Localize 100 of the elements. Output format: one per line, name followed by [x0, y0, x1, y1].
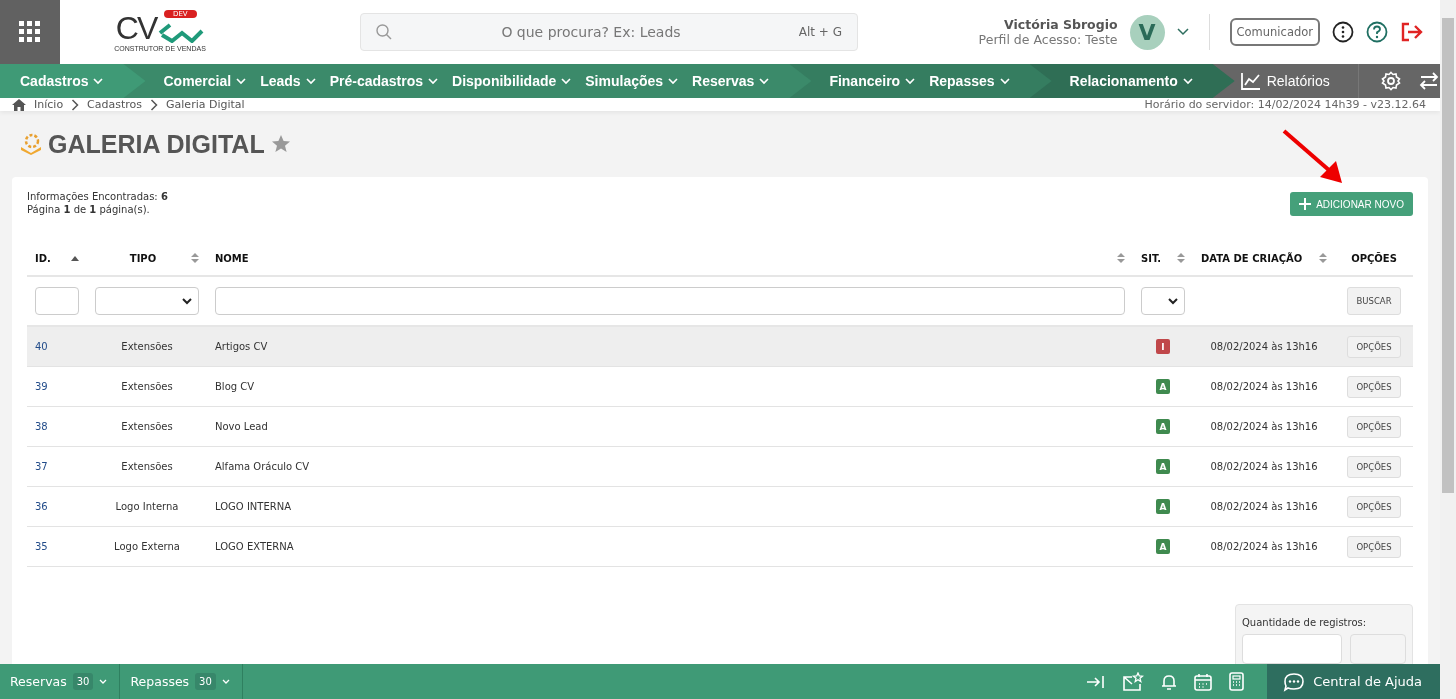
- collapse-icon[interactable]: [1087, 674, 1106, 689]
- favorite-star-icon[interactable]: [270, 134, 291, 154]
- more-options-icon[interactable]: [1332, 21, 1354, 43]
- page-title: GALERIA DIGITAL: [48, 129, 265, 159]
- id-cell-text: 35: [34, 541, 49, 552]
- calculator-icon[interactable]: [1229, 672, 1245, 691]
- options-button[interactable]: OPÇÕES: [1347, 455, 1401, 478]
- options-button[interactable]: OPÇÕES: [1347, 495, 1401, 518]
- nav-menu-item[interactable]: Reservas: [692, 73, 770, 89]
- date-cell-text: 08/02/2024 às 13h16: [1209, 461, 1319, 472]
- sort-icon[interactable]: [1117, 253, 1125, 263]
- chat-bubble-icon[interactable]: [1283, 671, 1306, 692]
- nav-menu-item[interactable]: Pré-cadastros: [329, 73, 439, 89]
- name-cell-text: Novo Lead: [214, 421, 269, 432]
- status-badge: A: [1156, 539, 1170, 554]
- date-cell-text: 08/02/2024 às 13h16: [1209, 541, 1319, 552]
- column-header[interactable]: ID.: [35, 252, 51, 264]
- chevron-right-icon: [71, 98, 80, 111]
- swap-arrows-icon[interactable]: [1418, 72, 1439, 90]
- column-header[interactable]: TIPO: [129, 252, 157, 264]
- id-cell-text: 38: [34, 421, 49, 432]
- nav-menu-item[interactable]: Leads: [260, 73, 316, 89]
- settings-icon[interactable]: [1380, 71, 1401, 91]
- name-cell-text: Alfama Oráculo CV: [214, 461, 311, 472]
- chevron-right-icon: [150, 98, 159, 111]
- type-cell-text: Logo Interna: [114, 501, 180, 512]
- column-header[interactable]: OPÇÕES: [1351, 252, 1397, 264]
- user-name: Victória Sbrogio: [1004, 17, 1118, 32]
- status-badge: A: [1156, 419, 1170, 434]
- status-badge: A: [1156, 499, 1170, 514]
- filter-field[interactable]: [215, 287, 1125, 315]
- status-badge: A: [1156, 459, 1170, 474]
- mail-star-icon[interactable]: [1122, 671, 1145, 692]
- line-chart-icon[interactable]: [1240, 72, 1261, 90]
- id-cell-text: 39: [34, 381, 49, 392]
- id-cell-text: 36: [34, 501, 49, 512]
- logout-icon[interactable]: [1400, 22, 1424, 42]
- nav-menu-item[interactable]: Simulações: [585, 73, 679, 89]
- help-center-button[interactable]: Central de Ajuda: [1267, 664, 1440, 699]
- results-count: Informações Encontradas: 6: [27, 191, 168, 202]
- user-avatar[interactable]: V: [1129, 14, 1165, 50]
- status-badge: I: [1156, 339, 1170, 354]
- name-cell-text: Artigos CV: [214, 341, 269, 352]
- id-cell-text: 37: [34, 461, 49, 472]
- chevron-down-icon[interactable]: [182, 297, 192, 305]
- nav-menu-item[interactable]: Comercial: [163, 73, 247, 89]
- date-cell-text: 08/02/2024 às 13h16: [1209, 341, 1319, 352]
- shortcut-hint: Alt + G: [798, 25, 842, 39]
- date-cell-text: 08/02/2024 às 13h16: [1209, 501, 1319, 512]
- gallery-gear-icon: [20, 133, 42, 155]
- grid-icon: [19, 21, 41, 43]
- calendar-icon[interactable]: [1194, 672, 1213, 691]
- server-time: Horário do servidor: 14/02/2024 14h39 - v23.12.64: [1144, 98, 1426, 111]
- id-cell-text: 40: [34, 341, 49, 352]
- date-cell-text: 08/02/2024 às 13h16: [1209, 381, 1319, 392]
- nav-menu-item[interactable]: Relacionamento: [1069, 73, 1193, 89]
- reports-link[interactable]: Relatórios: [1234, 71, 1336, 91]
- sort-icon[interactable]: [1319, 253, 1327, 263]
- sort-ascending-icon[interactable]: [71, 255, 79, 261]
- filter-field[interactable]: [35, 287, 79, 315]
- apps-menu-button[interactable]: [0, 0, 60, 64]
- home-icon: [12, 98, 26, 111]
- nav-menu-item[interactable]: Disponibilidade: [452, 73, 572, 89]
- status-badge: A: [1156, 379, 1170, 394]
- nav-menu-item[interactable]: Repasses: [929, 73, 1010, 89]
- bottom-bar-tab[interactable]: Repasses 30: [120, 664, 243, 699]
- name-cell-text: Blog CV: [214, 381, 256, 392]
- bottom-bar-tab[interactable]: Reservas 30: [0, 664, 121, 699]
- page-info: Página 1 de 1 página(s).: [27, 204, 151, 215]
- chevron-down-icon[interactable]: [1168, 297, 1178, 305]
- sort-icon[interactable]: [1177, 253, 1185, 263]
- breadcrumb-link[interactable]: Cadastros: [87, 98, 143, 111]
- sort-icon[interactable]: [191, 253, 199, 263]
- plus-icon[interactable]: [1299, 198, 1312, 210]
- name-cell-text: LOGO INTERNA: [214, 501, 292, 512]
- options-button[interactable]: OPÇÕES: [1347, 535, 1401, 558]
- column-header[interactable]: DATA DE CRIAÇÃO: [1201, 252, 1303, 264]
- type-cell-text: Extensões: [120, 421, 174, 432]
- user-profile: Perfil de Acesso: Teste: [978, 32, 1118, 47]
- help-icon[interactable]: [1366, 21, 1388, 43]
- records-field[interactable]: [1242, 634, 1342, 664]
- options-button[interactable]: OPÇÕES: [1347, 335, 1401, 358]
- options-button[interactable]: OPÇÕES: [1347, 375, 1401, 398]
- date-cell-text: 08/02/2024 às 13h16: [1209, 421, 1319, 432]
- column-header[interactable]: NOME: [215, 252, 249, 264]
- breadcrumb-link[interactable]: Início: [34, 98, 64, 111]
- type-cell-text: Extensões: [120, 341, 174, 352]
- communicator-button[interactable]: Comunicador: [1229, 18, 1320, 46]
- annotation-arrow: [1282, 129, 1344, 185]
- search-button[interactable]: BUSCAR: [1347, 287, 1401, 315]
- column-header[interactable]: SIT.: [1141, 252, 1162, 264]
- nav-menu-item[interactable]: Financeiro: [829, 73, 916, 89]
- bell-icon[interactable]: [1161, 672, 1178, 691]
- type-cell-text: Logo Externa: [113, 541, 181, 552]
- type-cell-text: Extensões: [120, 461, 174, 472]
- search-icon: [376, 24, 392, 40]
- table-row[interactable]: 40 Extensões Artigos CV I 08/02/2024 às 13h16 OPÇÕES: [27, 327, 1413, 367]
- records-label: Quantidade de registros:: [1242, 617, 1367, 628]
- options-button[interactable]: OPÇÕES: [1347, 415, 1401, 438]
- breadcrumb-link[interactable]: Galeria Digital: [166, 98, 245, 111]
